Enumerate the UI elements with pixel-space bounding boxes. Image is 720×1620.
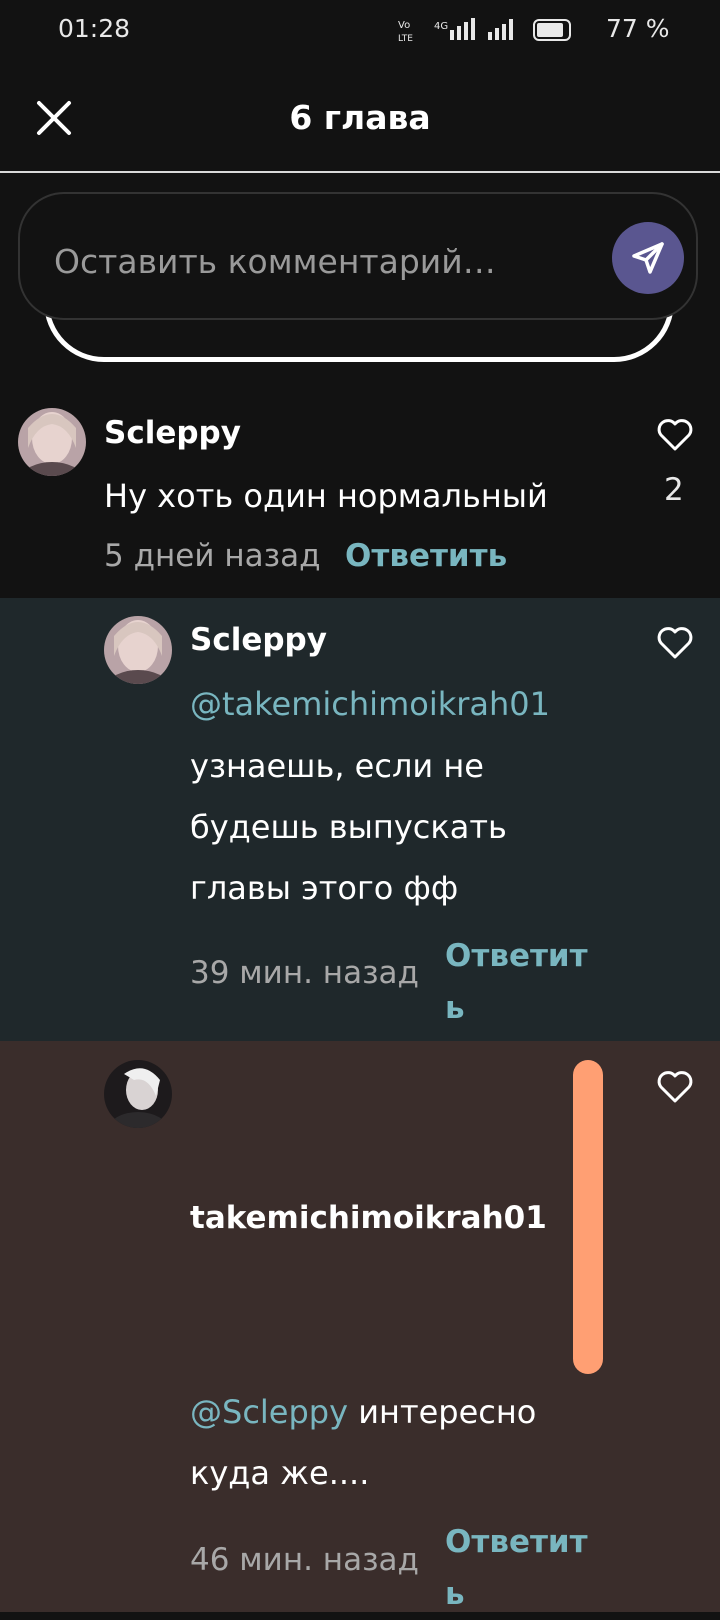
highlighted-reply-panel xyxy=(0,1041,720,1612)
comment-time: 46 мин. назад xyxy=(190,1542,419,1578)
like-button[interactable] xyxy=(656,418,694,452)
svg-text:LTE: LTE xyxy=(398,34,413,44)
svg-text:Vo: Vo xyxy=(398,20,410,31)
reply-button[interactable]: Ответит ь xyxy=(445,1516,588,1620)
svg-text:4G: 4G xyxy=(434,21,448,32)
reply-label-part: ь xyxy=(445,990,465,1026)
status-time: 01:28 xyxy=(58,14,131,43)
avatar[interactable] xyxy=(18,408,86,476)
reply-label-part: Ответит xyxy=(445,938,588,974)
like-button[interactable] xyxy=(656,1070,694,1104)
comment-time: 39 мин. назад xyxy=(190,955,419,991)
mention-link[interactable]: @Scleppy xyxy=(190,1393,348,1431)
avatar[interactable] xyxy=(104,1060,172,1128)
comment-username[interactable]: takemichimoikrah01 xyxy=(190,1200,547,1236)
heart-icon xyxy=(657,627,693,659)
like-button[interactable] xyxy=(656,626,694,660)
comment-username[interactable]: Scleppy xyxy=(104,415,241,451)
reply-label-part: Ответит xyxy=(445,1524,588,1560)
status-icons: Vo LTE 4G xyxy=(398,16,574,44)
comment-text: @Scleppy интересно xyxy=(190,1382,536,1442)
comment-text: Ну хоть один нормальный xyxy=(104,477,548,515)
reply-button[interactable]: Ответить xyxy=(345,538,507,574)
send-icon xyxy=(632,242,664,274)
battery-percent: 77 % xyxy=(606,14,670,43)
heart-icon xyxy=(657,419,693,451)
comment-text-line: куда же.... xyxy=(190,1454,370,1492)
comment-text-line: главы этого фф xyxy=(190,869,459,907)
comment-time: 5 дней назад xyxy=(104,538,321,574)
scrollbar-thumb[interactable] xyxy=(573,1060,603,1374)
comment-username[interactable]: Scleppy xyxy=(190,622,327,658)
comment-text-line: будешь выпускать xyxy=(190,808,507,846)
send-button[interactable] xyxy=(612,222,684,294)
avatar[interactable] xyxy=(104,616,172,684)
comment-input-placeholder: Оставить комментарий… xyxy=(54,242,496,281)
comment-text-part: интересно xyxy=(348,1393,537,1431)
avatar-image xyxy=(104,1060,172,1128)
like-count: 2 xyxy=(664,472,684,508)
avatar-image xyxy=(104,616,172,684)
heart-icon xyxy=(657,1071,693,1103)
avatar-image xyxy=(18,408,86,476)
reply-label-part: ь xyxy=(445,1576,465,1612)
page-title: 6 глава xyxy=(289,98,431,137)
comment-text-line: узнаешь, если не xyxy=(190,747,484,785)
signal-icon: Vo LTE 4G xyxy=(398,18,571,44)
reply-button[interactable]: Ответит ь xyxy=(445,930,588,1034)
mention-link[interactable]: @takemichimoikrah01 xyxy=(190,674,550,734)
header-divider xyxy=(0,171,720,173)
